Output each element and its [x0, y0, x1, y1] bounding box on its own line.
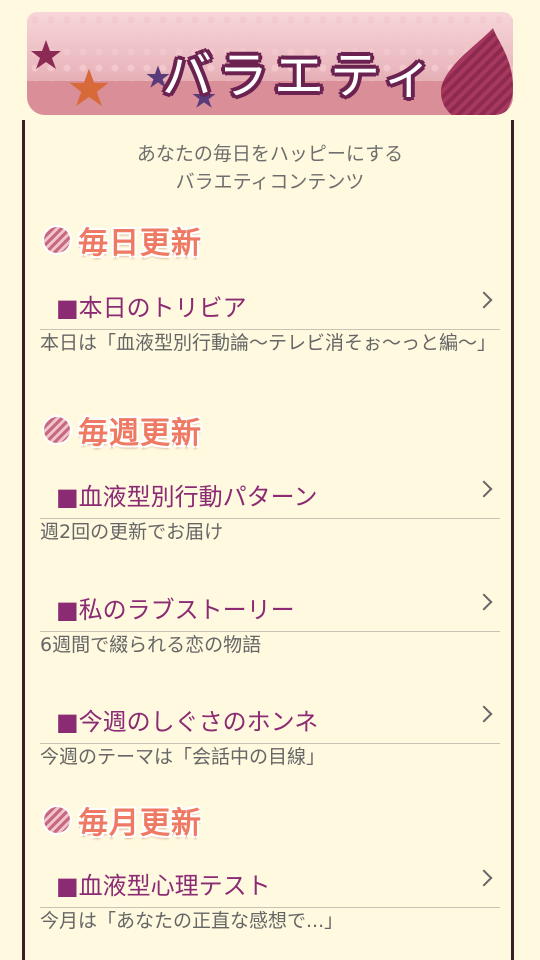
ball-icon — [44, 417, 70, 443]
list-item-description: 6週間で綴られる恋の物語 — [40, 634, 262, 656]
chevron-right-icon — [475, 593, 493, 611]
list-item-label: ■私のラブストーリー — [56, 596, 295, 624]
list-item-love-story[interactable]: ■私のラブストーリー — [40, 580, 500, 632]
list-item-description: 今月は「あなたの正直な感想で...」 — [40, 910, 344, 932]
page-title: バラエティ — [162, 47, 439, 105]
list-item-label: ■本日のトリビア — [56, 294, 247, 322]
chevron-right-icon — [475, 291, 493, 309]
intro-line-2: バラエティコンテンツ — [175, 171, 365, 193]
section-title-weekly: 毎週更新 — [44, 410, 202, 451]
list-item-gesture-honne[interactable]: ■今週のしぐさのホンネ — [40, 692, 500, 744]
section-title-daily: 毎日更新 — [44, 220, 202, 261]
list-item-psych-test[interactable]: ■血液型心理テスト — [40, 856, 500, 908]
list-item-blood-type-pattern[interactable]: ■血液型別行動パターン — [40, 467, 500, 519]
list-item-description: 週2回の更新でお届け — [40, 521, 224, 543]
star-icon — [69, 68, 109, 107]
list-item-label: ■血液型心理テスト — [56, 872, 271, 900]
intro-line-1: あなたの毎日をハッピーにする — [136, 143, 404, 165]
intro-text: あなたの毎日をハッピーにする バラエティコンテンツ — [0, 140, 540, 196]
chevron-right-icon — [475, 480, 493, 498]
ball-icon — [44, 807, 70, 833]
chevron-right-icon — [475, 705, 493, 723]
chevron-right-icon — [475, 869, 493, 887]
list-item-label: ■血液型別行動パターン — [56, 483, 318, 511]
droplet-icon — [441, 28, 513, 115]
list-item-label: ■今週のしぐさのホンネ — [56, 708, 319, 736]
list-item-description: 本日は「血液型別行動論〜テレビ消そぉ〜っと編〜」 — [40, 332, 497, 354]
star-icon — [31, 40, 61, 69]
section-title-monthly: 毎月更新 — [44, 800, 202, 841]
header-banner: バラエティ — [27, 12, 513, 115]
list-item-description: 今週のテーマは「会話中の目線」 — [40, 746, 326, 768]
list-item-trivia[interactable]: ■本日のトリビア — [40, 278, 500, 330]
ball-icon — [44, 227, 70, 253]
